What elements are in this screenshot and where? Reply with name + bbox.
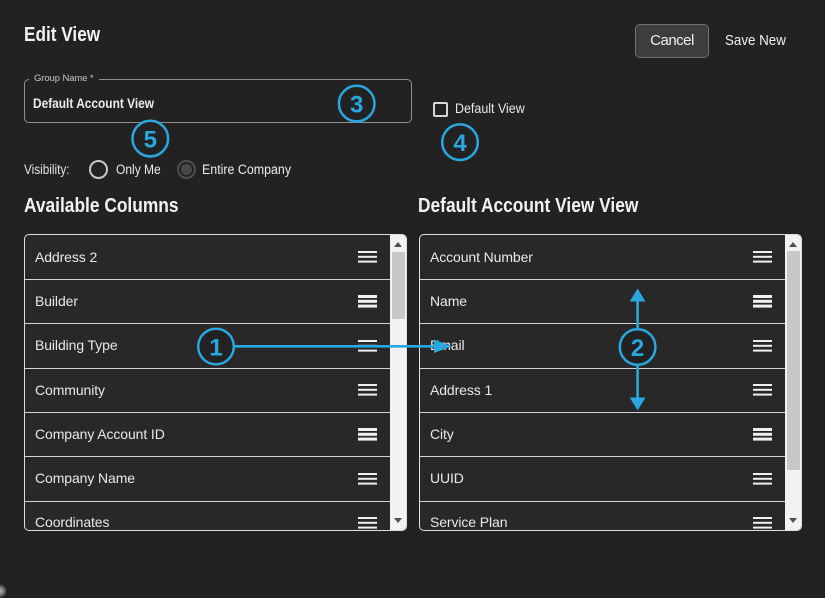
svg-text:3: 3 [350,92,363,119]
svg-text:4: 4 [453,130,467,157]
svg-text:5: 5 [144,127,157,154]
svg-text:1: 1 [209,334,222,361]
svg-text:2: 2 [631,335,644,362]
